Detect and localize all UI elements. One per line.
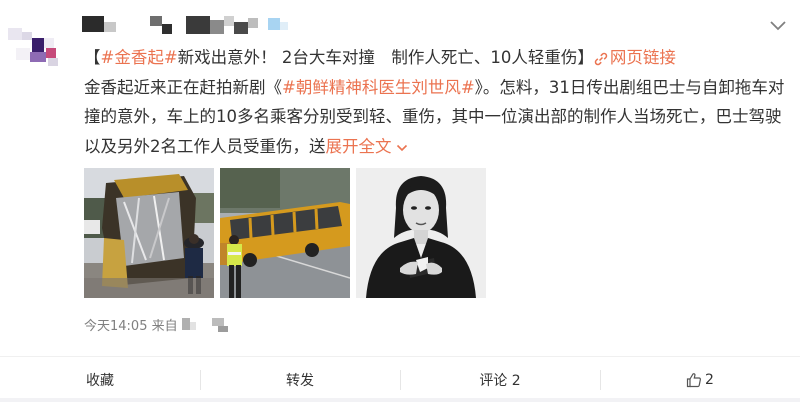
web-link[interactable]: 网页链接 — [594, 48, 676, 67]
repost-label: 转发 — [286, 372, 314, 389]
actress-portrait-photo[interactable] — [356, 168, 486, 298]
crash-bus-wreck-photo[interactable] — [84, 168, 214, 298]
chevron-down-icon — [770, 21, 786, 31]
source-prefix: 来自 — [151, 319, 178, 334]
post-body-line-3: 以及另外2名工作人员受重伤，送展开全文 — [84, 132, 784, 162]
source-blurred[interactable] — [181, 316, 242, 334]
topic-link[interactable]: #朝鲜精神科医生刘世风# — [282, 78, 475, 97]
crash-yellow-bus-photo[interactable] — [220, 168, 350, 298]
chevron-down-icon — [396, 144, 407, 151]
username-blurred[interactable] — [82, 12, 322, 40]
comment-label: 评论 2 — [479, 372, 521, 389]
repost-button[interactable]: 转发 — [200, 357, 400, 402]
favorite-button[interactable]: 收藏 — [0, 357, 200, 402]
bottom-spacer — [0, 398, 800, 402]
web-link-label: 网页链接 — [609, 48, 676, 67]
topic-tag-link[interactable]: #金香起# — [101, 48, 178, 67]
post-body-line-2: 撞的意外，车上的10多名乘客分别受到轻、重伤，其中一位演出部的制作人当场死亡，巴… — [84, 107, 782, 126]
post-title-text: 新戏出意外！ 2台大车对撞 制作人死亡、10人轻重伤】 — [177, 48, 594, 67]
favorite-label: 收藏 — [86, 372, 114, 389]
post-time[interactable]: 今天14:05 — [84, 319, 147, 334]
comment-button[interactable]: 评论 2 — [400, 357, 600, 402]
post-text: 【#金香起#新戏出意外！ 2台大车对撞 制作人死亡、10人轻重伤】 网页链接 金香… — [84, 43, 784, 161]
like-button[interactable]: 2 — [600, 357, 800, 402]
avatar[interactable] — [8, 14, 68, 74]
expand-full-text-link[interactable]: 展开全文 — [326, 137, 408, 156]
link-icon — [594, 52, 608, 66]
post-title-line: 【#金香起#新戏出意外！ 2台大车对撞 制作人死亡、10人轻重伤】 网页链接 — [84, 48, 676, 67]
like-count: 2 — [705, 371, 714, 388]
post-menu-button[interactable] — [766, 16, 790, 36]
post-body-line-1: 金香起近来正在赶拍新剧《#朝鲜精神科医生刘世风#》。怎料，31日传出剧组巴士与自… — [84, 77, 785, 97]
thumbs-up-icon — [686, 372, 701, 387]
action-bar: 收藏 转发 评论 2 2 — [0, 357, 800, 402]
post-meta: 今天14:05 来自 — [84, 315, 242, 334]
